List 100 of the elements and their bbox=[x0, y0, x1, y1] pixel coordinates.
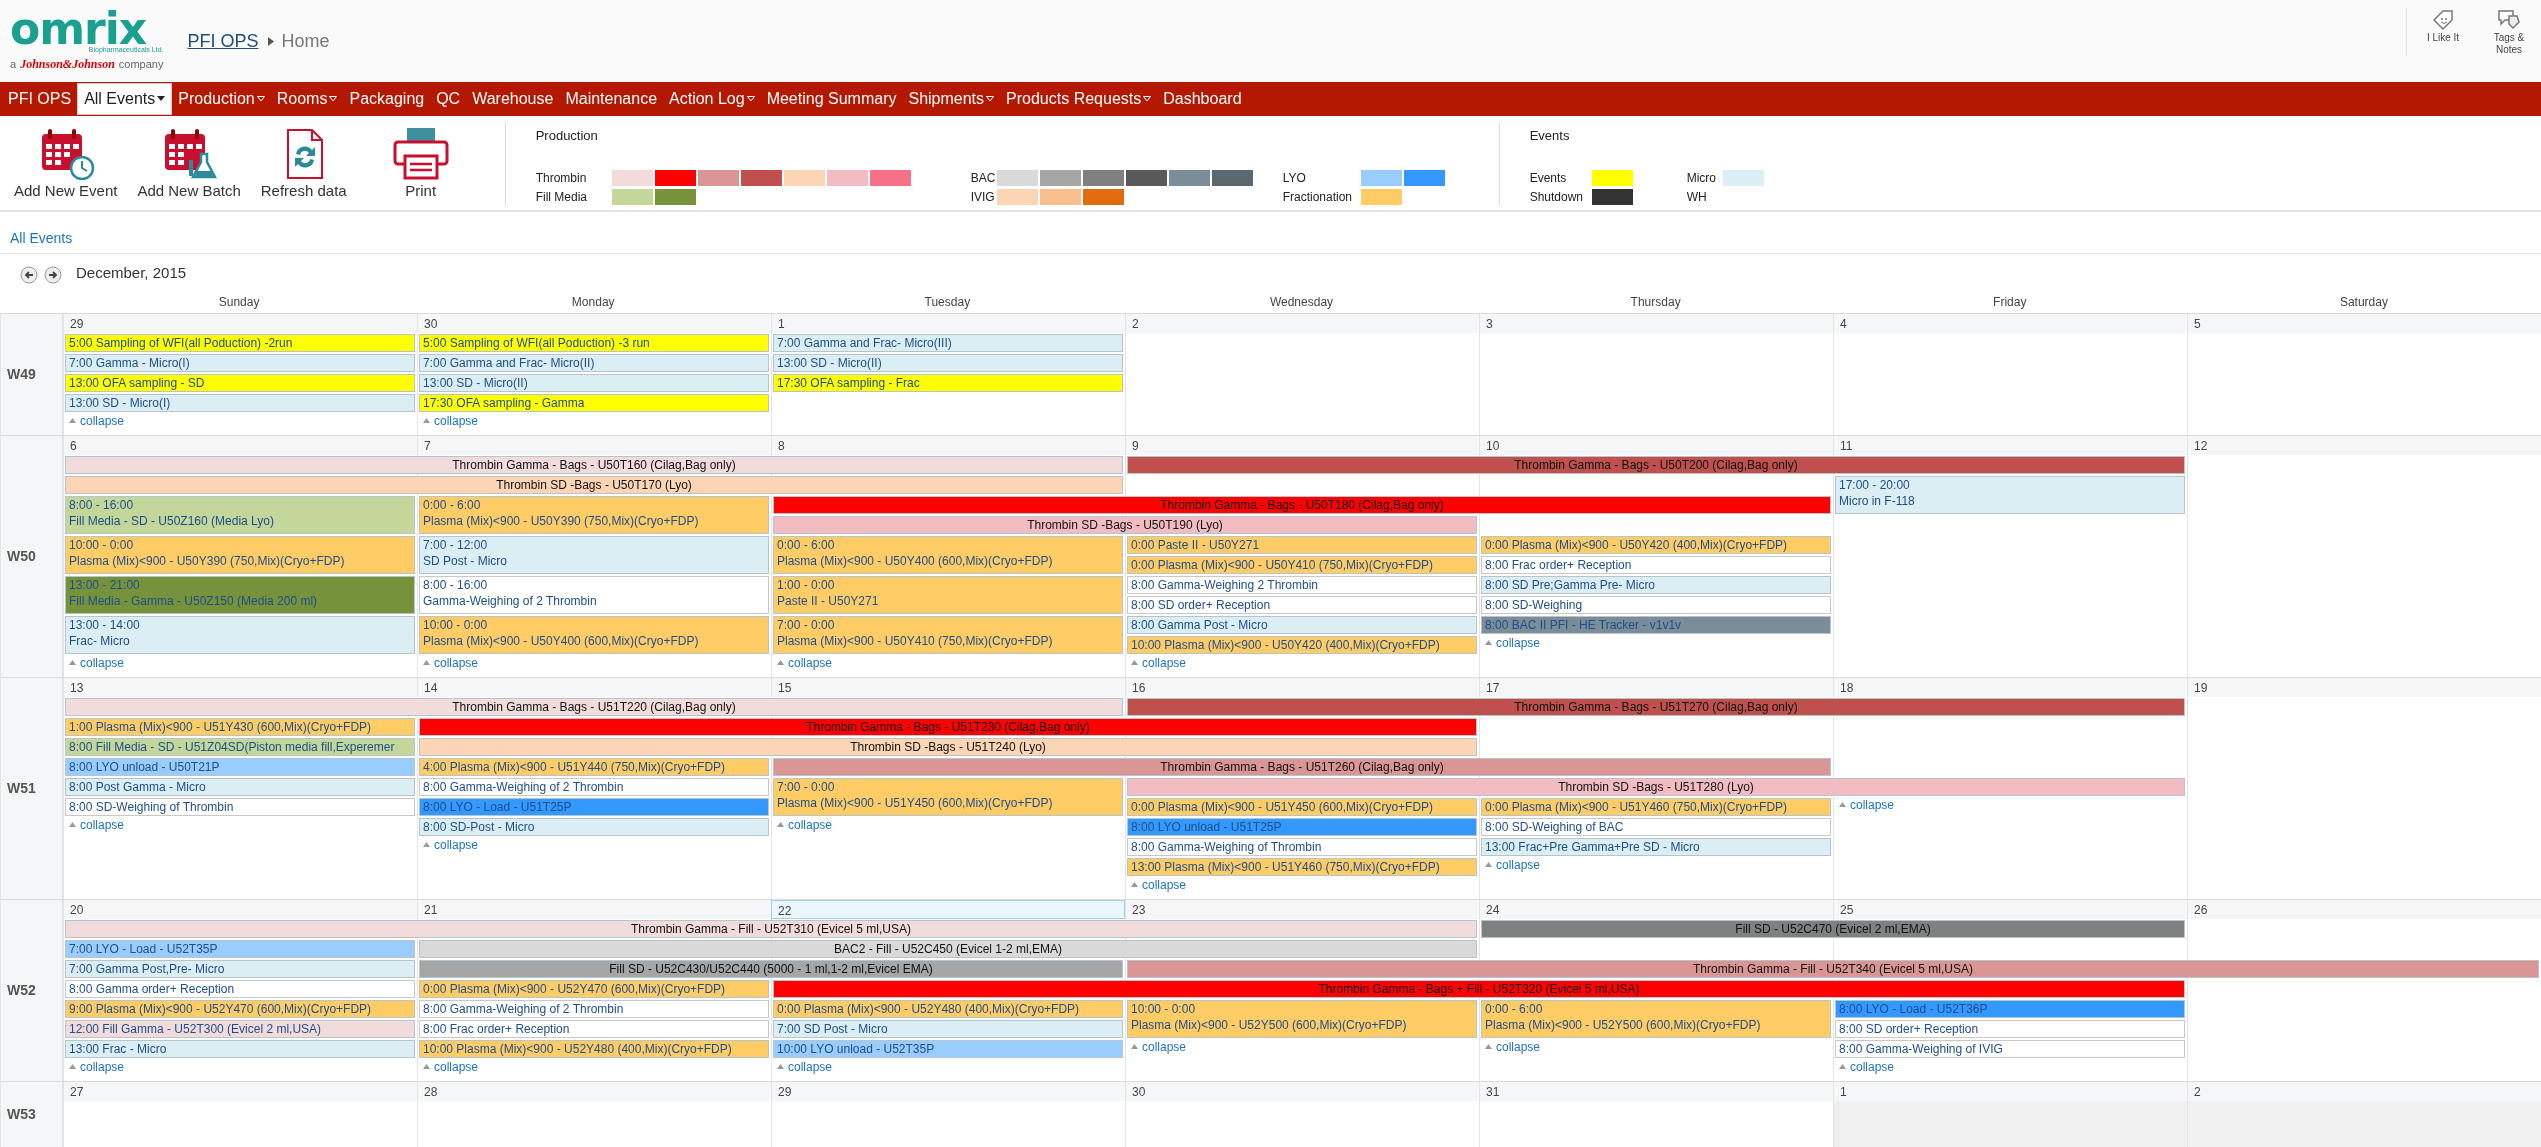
event-block[interactable]: 0:00 - 6:00 Plasma (Mix)<900 - U52Y500 (600,Mix)(Cryo+FDP) bbox=[1481, 999, 1831, 1038]
event-block[interactable]: 17:00 - 20:00 Micro in F-118 bbox=[1835, 475, 2185, 514]
nav-tab[interactable]: Maintenance bbox=[559, 84, 664, 114]
event-item[interactable]: 10:00 LYO unload - U52T35P bbox=[773, 1039, 1123, 1058]
view-link[interactable]: All Events bbox=[0, 212, 2541, 254]
nav-tab[interactable]: Products Requests bbox=[1000, 84, 1158, 114]
event-bar[interactable]: Thrombin SD -Bags - U50T170 (Lyo) bbox=[65, 475, 1123, 494]
event-bar[interactable]: Thrombin SD -Bags - U50T190 (Lyo) bbox=[773, 515, 1477, 534]
event-item[interactable]: 10:00 Plasma (Mix)<900 - U52Y480 (400,Mix)(Cryo+FDP) bbox=[419, 1039, 769, 1058]
event-item[interactable]: 8:00 SD order+ Reception bbox=[1127, 595, 1477, 614]
event-item[interactable]: 8:00 SD Pre;Gamma Pre- Micro bbox=[1481, 575, 1831, 594]
nav-tab[interactable]: Production bbox=[172, 84, 271, 114]
event-item[interactable]: 8:00 Post Gamma - Micro bbox=[65, 777, 415, 796]
event-bar[interactable]: Thrombin Gamma - Fill - U52T310 (Evicel 5 ml,USA) bbox=[65, 919, 1477, 938]
event-item[interactable]: 17:30 OFA sampling - Gamma bbox=[419, 393, 769, 412]
collapse-link[interactable]: collapse bbox=[417, 836, 483, 853]
collapse-link[interactable]: collapse bbox=[417, 412, 483, 429]
collapse-link[interactable]: collapse bbox=[1125, 654, 1191, 671]
add-button[interactable]: Add New Event bbox=[8, 122, 124, 207]
event-item[interactable]: 7:00 LYO - Load - U52T35P bbox=[65, 939, 415, 958]
add-button[interactable]: Add New Batch bbox=[131, 122, 247, 207]
event-item[interactable]: 8:00 Gamma Post - Micro bbox=[1127, 615, 1477, 634]
collapse-link[interactable]: collapse bbox=[63, 412, 129, 429]
event-block[interactable]: 8:00 - 16:00 Gamma-Weighing of 2 Thrombin bbox=[419, 575, 769, 614]
event-block[interactable]: 10:00 - 0:00 Plasma (Mix)<900 - U52Y500 (600,Mix)(Cryo+FDP) bbox=[1127, 999, 1477, 1038]
nav-tab[interactable]: Packaging bbox=[343, 84, 431, 114]
event-bar[interactable]: Fill SD - U52C470 (Evicel 2 ml,EMA) bbox=[1481, 919, 2185, 938]
event-item[interactable]: 7:00 Gamma Post,Pre- Micro bbox=[65, 959, 415, 978]
collapse-link[interactable]: collapse bbox=[1479, 856, 1545, 873]
event-block[interactable]: 0:00 - 6:00 Plasma (Mix)<900 - U50Y400 (600,Mix)(Cryo+FDP) bbox=[773, 535, 1123, 574]
event-item[interactable]: 13:00 Plasma (Mix)<900 - U51Y460 (750,Mix)(Cryo+FDP) bbox=[1127, 857, 1477, 876]
like-button[interactable]: I Like It bbox=[2421, 8, 2465, 56]
event-bar[interactable]: Thrombin Gamma - Bags + Fill - U52T320 (Evicel 5 ml,USA) bbox=[773, 979, 2185, 998]
collapse-link[interactable]: collapse bbox=[771, 816, 837, 833]
breadcrumb-link[interactable]: PFI OPS bbox=[187, 27, 259, 55]
nav-tab[interactable]: Meeting Summary bbox=[760, 84, 903, 114]
event-bar[interactable]: Thrombin Gamma - Bags - U51T230 (Cilag,Bag only) bbox=[419, 717, 1477, 736]
event-item[interactable]: 0:00 Plasma (Mix)<900 - U52Y470 (600,Mix)(Cryo+FDP) bbox=[419, 979, 769, 998]
event-item[interactable]: 13:00 SD - Micro(II) bbox=[419, 373, 769, 392]
event-block[interactable]: 10:00 - 0:00 Plasma (Mix)<900 - U50Y400 (600,Mix)(Cryo+FDP) bbox=[419, 615, 769, 654]
nav-tab[interactable]: Shipments bbox=[902, 84, 1001, 114]
event-item[interactable]: 8:00 Fill Media - SD - U51Z04SD(Piston media fill,Experemer bbox=[65, 737, 415, 756]
collapse-link[interactable]: collapse bbox=[1125, 1038, 1191, 1055]
collapse-link[interactable]: collapse bbox=[1833, 1058, 1899, 1075]
event-item[interactable]: 0:00 Plasma (Mix)<900 - U50Y410 (750,Mix)(Cryo+FDP) bbox=[1127, 555, 1477, 574]
event-item[interactable]: 8:00 Gamma-Weighing of Thrombin bbox=[1127, 837, 1477, 856]
event-item[interactable]: 8:00 LYO unload - U50T21P bbox=[65, 757, 415, 776]
event-bar[interactable]: Thrombin Gamma - Bags - U51T270 (Cilag,Bag only) bbox=[1127, 697, 2185, 716]
event-item[interactable]: 8:00 SD order+ Reception bbox=[1835, 1019, 2185, 1038]
collapse-link[interactable]: collapse bbox=[771, 654, 837, 671]
event-item[interactable]: 10:00 Plasma (Mix)<900 - U50Y420 (400,Mix)(Cryo+FDP) bbox=[1127, 635, 1477, 654]
nav-tab[interactable]: PFI OPS bbox=[2, 84, 78, 114]
event-block[interactable]: 0:00 - 6:00 Plasma (Mix)<900 - U50Y390 (750,Mix)(Cryo+FDP) bbox=[419, 495, 769, 534]
collapse-link[interactable]: collapse bbox=[1479, 634, 1545, 651]
event-item[interactable]: 9:00 Plasma (Mix)<900 - U52Y470 (600,Mix)(Cryo+FDP) bbox=[65, 999, 415, 1018]
tags-button[interactable]: Tags & Notes bbox=[2487, 8, 2531, 56]
event-item[interactable]: 8:00 SD-Weighing of Thrombin bbox=[65, 797, 415, 816]
event-item[interactable]: 8:00 Gamma-Weighing of IVIG bbox=[1835, 1039, 2185, 1058]
event-bar[interactable]: Thrombin Gamma - Bags - U50T200 (Cilag,Bag only) bbox=[1127, 455, 2185, 474]
event-item[interactable]: 4:00 Plasma (Mix)<900 - U51Y440 (750,Mix)(Cryo+FDP) bbox=[419, 757, 769, 776]
event-item[interactable]: 0:00 Plasma (Mix)<900 - U52Y480 (400,Mix)(Cryo+FDP) bbox=[773, 999, 1123, 1018]
collapse-link[interactable]: collapse bbox=[63, 654, 129, 671]
collapse-link[interactable]: collapse bbox=[417, 654, 483, 671]
event-item[interactable]: 7:00 Gamma and Frac- Micro(III) bbox=[773, 333, 1123, 352]
event-bar[interactable]: Fill SD - U52C430/U52C440 (5000 - 1 ml,1-2 ml,Evicel EMA) bbox=[419, 959, 1123, 978]
event-bar[interactable]: Thrombin Gamma - Fill - U52T340 (Evicel 5 ml,USA) bbox=[1127, 959, 2539, 978]
event-item[interactable]: 13:00 OFA sampling - SD bbox=[65, 373, 415, 392]
refresh-button[interactable]: Refresh data bbox=[254, 122, 353, 207]
event-item[interactable]: 8:00 Gamma-Weighing of 2 Thrombin bbox=[419, 777, 769, 796]
collapse-link[interactable]: collapse bbox=[1833, 796, 1899, 813]
collapse-link[interactable]: collapse bbox=[1125, 876, 1191, 893]
nav-tab[interactable]: Warehouse bbox=[466, 84, 560, 114]
event-item[interactable]: 8:00 Gamma-Weighing of 2 Thrombin bbox=[419, 999, 769, 1018]
event-item[interactable]: 13:00 SD - Micro(II) bbox=[773, 353, 1123, 372]
event-block[interactable]: 8:00 - 16:00 Fill Media - SD - U50Z160 (Media Lyo) bbox=[65, 495, 415, 534]
collapse-link[interactable]: collapse bbox=[63, 1058, 129, 1075]
event-item[interactable]: 8:00 SD-Weighing of BAC bbox=[1481, 817, 1831, 836]
event-bar[interactable]: Thrombin SD -Bags - U51T240 (Lyo) bbox=[419, 737, 1477, 756]
event-item[interactable]: 0:00 Plasma (Mix)<900 - U50Y420 (400,Mix)(Cryo+FDP) bbox=[1481, 535, 1831, 554]
print-button[interactable]: Print bbox=[384, 122, 457, 207]
event-item[interactable]: 12:00 Fill Gamma - U52T300 (Evicel 2 ml,USA) bbox=[65, 1019, 415, 1038]
event-bar[interactable]: Thrombin Gamma - Bags - U50T180 (Cilag,Bag only) bbox=[773, 495, 1831, 514]
event-item[interactable]: 0:00 Plasma (Mix)<900 - U51Y460 (750,Mix)(Cryo+FDP) bbox=[1481, 797, 1831, 816]
event-item[interactable]: 8:00 Frac order+ Reception bbox=[419, 1019, 769, 1038]
event-block[interactable]: 13:00 - 14:00 Frac- Micro bbox=[65, 615, 415, 654]
nav-tab[interactable]: Rooms bbox=[270, 84, 344, 114]
event-item[interactable]: 8:00 Gamma order+ Reception bbox=[65, 979, 415, 998]
event-item[interactable]: 8:00 Frac order+ Reception bbox=[1481, 555, 1831, 574]
event-item[interactable]: 17:30 OFA sampling - Frac bbox=[773, 373, 1123, 392]
event-item[interactable]: 0:00 Plasma (Mix)<900 - U51Y450 (600,Mix)(Cryo+FDP) bbox=[1127, 797, 1477, 816]
collapse-link[interactable]: collapse bbox=[771, 1058, 837, 1075]
event-bar[interactable]: Thrombin SD -Bags - U51T280 (Lyo) bbox=[1127, 777, 2185, 796]
event-item[interactable]: 13:00 Frac+Pre Gamma+Pre SD - Micro bbox=[1481, 837, 1831, 856]
collapse-link[interactable]: collapse bbox=[1479, 1038, 1545, 1055]
event-block[interactable]: 10:00 - 0:00 Plasma (Mix)<900 - U50Y390 (750,Mix)(Cryo+FDP) bbox=[65, 535, 415, 574]
event-item[interactable]: 13:00 Frac - Micro bbox=[65, 1039, 415, 1058]
event-item[interactable]: 0:00 Paste II - U50Y271 bbox=[1127, 535, 1477, 554]
collapse-link[interactable]: collapse bbox=[63, 816, 129, 833]
event-item[interactable]: 5:00 Sampling of WFI(all Poduction) -2run bbox=[65, 333, 415, 352]
event-item[interactable]: 7:00 SD Post - Micro bbox=[773, 1019, 1123, 1038]
